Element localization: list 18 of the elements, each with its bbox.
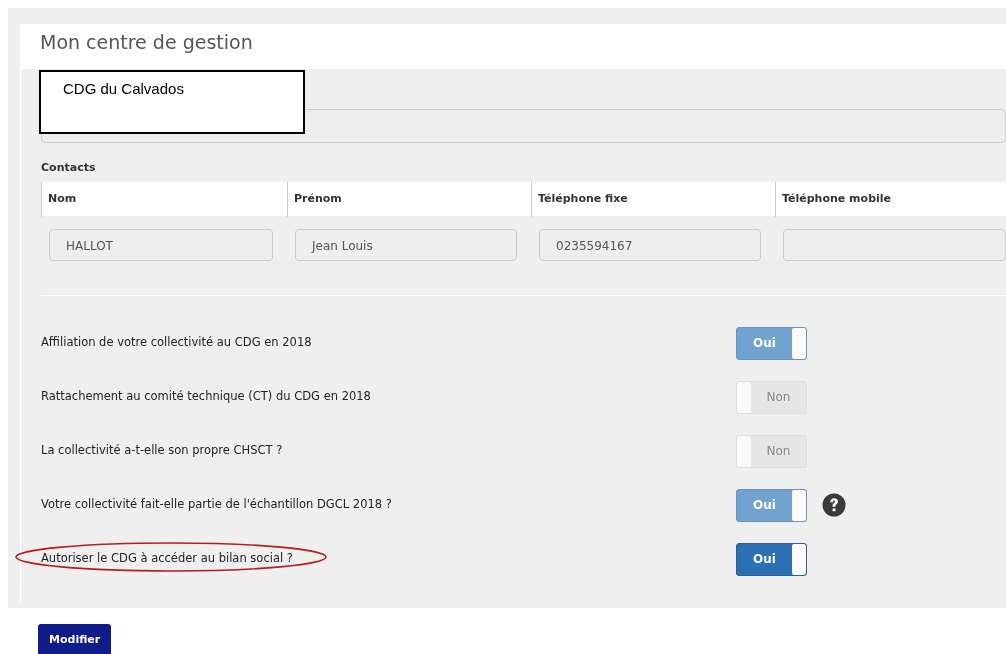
column-header: Téléphone fixe: [531, 182, 775, 217]
input-field[interactable]: 0235594167: [539, 229, 761, 261]
column-header: Prénom: [287, 182, 531, 217]
question-label: La collectivité a-t-elle son propre CHSCT ?: [41, 442, 283, 460]
column-header: Téléphone mobile: [775, 182, 1006, 217]
toggle-switch[interactable]: Oui: [736, 542, 807, 576]
question-label: Rattachement au comité technique (CT) du CDG en 2018: [41, 388, 371, 406]
centre-name-overlay: CDG du Calvados: [39, 70, 305, 134]
contacts-label: Contacts: [41, 161, 97, 174]
modify-button[interactable]: Modifier: [38, 624, 112, 654]
panel-title: Mon centre de gestion: [39, 30, 254, 55]
input-field[interactable]: HALLOT: [49, 229, 273, 261]
question-label: Affiliation de votre collectivité au CDG en 2018: [41, 334, 312, 352]
input-field[interactable]: [783, 229, 1006, 261]
input-field[interactable]: Jean Louis: [295, 229, 517, 261]
question-label: Autoriser le CDG à accéder au bilan social ?: [41, 550, 293, 568]
question-label: Votre collectivité fait-elle partie de l'échantillon DGCL 2018 ?: [41, 496, 392, 514]
column-header: Nom: [41, 182, 287, 217]
